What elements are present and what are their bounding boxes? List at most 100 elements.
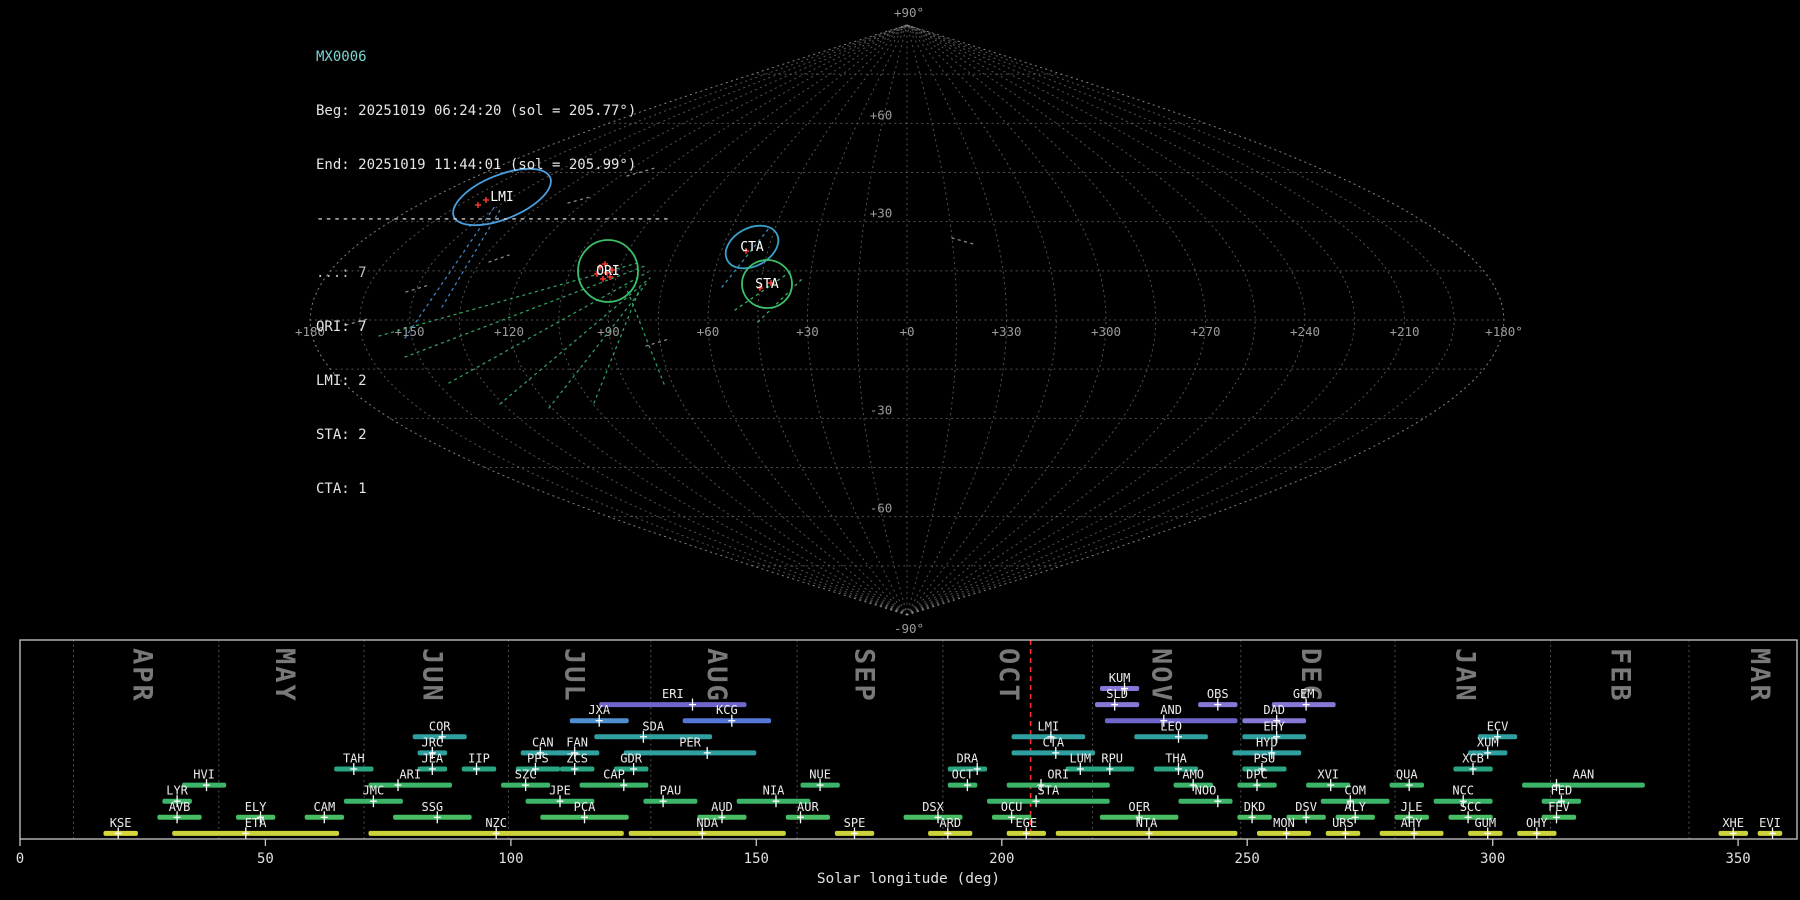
shower-label-kcg: KCG [716,703,738,717]
shower-label-lum: LUM [1069,752,1091,766]
sky-lon-label: +240 [1290,324,1320,339]
shower-label-spe: SPE [844,816,866,830]
shower-label-kum: KUM [1109,671,1131,685]
shower-jea: JEA [417,752,448,775]
shower-label-sld: SLD [1106,687,1128,701]
shower-label-nda: NDA [696,816,718,830]
shower-label-hvi: HVI [193,768,215,782]
station-id: MX0006 [316,49,367,65]
shower-xhe: XHE [1718,816,1748,840]
shower-cam: CAM [304,800,344,824]
shower-label-tha: THA [1165,752,1187,766]
shower-label-amo: AMO [1182,768,1204,782]
shower-label-ard: ARD [939,816,961,830]
shower-nta: NTA [1055,816,1238,840]
shower-label-jpe: JPE [549,784,571,798]
shower-label-scc: SCC [1460,800,1482,814]
shower-nda: NDA [628,816,786,840]
shower-label-hyd: HYD [1256,735,1278,749]
sky-lon-label: +0 [899,324,914,339]
shower-label-nzc: NZC [485,816,507,830]
month-label-nov: NOV [1145,648,1176,703]
shower-tah: TAH [334,752,374,775]
shower-label-mon: MON [1273,816,1295,830]
shower-label-lmi: LMI [1038,719,1060,733]
shower-label-pau: PAU [660,784,682,798]
shower-label-oer: OER [1128,800,1150,814]
shower-bar-aur [785,814,830,820]
shower-label-dad: DAD [1263,703,1285,717]
shower-label-iip: IIP [468,752,490,766]
shower-bar-aan [1522,782,1645,788]
shower-label-jrc: JRC [421,735,443,749]
shower-label-sda: SDA [642,719,664,733]
sky-lat-label: +90° [894,5,924,20]
shower-dkd: DKD [1237,800,1272,824]
month-label-aug: AUG [701,648,732,703]
month-label-oct: OCT [993,648,1024,703]
count-cta: CTA: 1 [316,481,367,497]
shower-label-ocu: OCU [1001,800,1023,814]
x-axis-tick-label: 0 [16,851,24,867]
shower-label-dsv: DSV [1295,800,1317,814]
sky-lon-label: +300 [1091,324,1121,339]
sky-lon-label: +30 [796,324,819,339]
shower-label-jea: JEA [421,752,443,766]
shower-label-nue: NUE [809,768,831,782]
x-axis-tick-label: 300 [1480,851,1505,867]
shower-evi: EVI [1757,816,1783,840]
shower-label-urs: URS [1332,816,1354,830]
x-axis-title: Solar longitude (deg) [817,871,1000,887]
shower-rpu: RPU [1090,752,1135,775]
shower-label-aud: AUD [711,800,733,814]
sky-lat-label: -60 [870,501,893,516]
shower-label-jmc: JMC [363,784,385,798]
radiant-sta: STA [741,259,793,309]
month-label-may: MAY [269,648,300,703]
shower-bar-eta [172,830,340,836]
shower-label-can: CAN [532,735,554,749]
radiant-label-cta: CTA [740,240,764,255]
x-axis-tick-label: 150 [744,851,769,867]
shower-label-gdr: GDR [620,752,642,766]
shower-label-per: PER [679,735,701,749]
shower-label-ncc: NCC [1452,784,1474,798]
radiant-label-sta: STA [755,277,779,292]
shower-label-cap: CAP [603,768,625,782]
shower-lum: LUM [1065,752,1096,775]
shower-label-nia: NIA [763,784,785,798]
meteor-trail-spo [951,237,978,246]
sky-lat-label: -90° [894,621,924,636]
shower-label-aan: AAN [1573,768,1595,782]
shower-pau: PAU [643,784,698,808]
shower-bar-noo [1178,798,1233,804]
info-separator: ----------------------------------------… [316,211,671,227]
shower-label-fed: FED [1551,784,1573,798]
shower-label-noo: NOO [1195,784,1217,798]
x-axis-tick-label: 250 [1235,851,1260,867]
month-label-feb: FEB [1604,648,1635,703]
shower-label-psu: PSU [1254,752,1276,766]
shower-aan: AAN [1522,768,1645,792]
shower-nue: NUE [800,768,840,792]
shower-label-cor: COR [429,719,451,733]
shower-bar-ssg [393,814,472,820]
shower-label-leo: LEO [1160,719,1182,733]
sky-lat-label: -30 [870,402,893,417]
shower-bar-leo [1134,734,1208,740]
month-label-sep: SEP [848,648,879,703]
count-ori: ORI: 7 [316,319,367,335]
sky-lon-label: +180° [1485,324,1523,339]
shower-label-and: AND [1160,703,1182,717]
count-sta: STA: 2 [316,427,367,443]
shower-label-dpc: DPC [1246,768,1268,782]
shower-label-ahy: AHY [1401,816,1423,830]
shower-label-ori: ORI [1047,768,1069,782]
sky-grid-meridian [906,24,1406,616]
shower-label-rpu: RPU [1101,752,1123,766]
shower-label-dra: DRA [957,752,979,766]
shower-label-lyr: LYR [166,784,188,798]
shower-label-eri: ERI [662,687,684,701]
shower-label-dkd: DKD [1244,800,1266,814]
shower-label-ege: EGE [1015,816,1037,830]
